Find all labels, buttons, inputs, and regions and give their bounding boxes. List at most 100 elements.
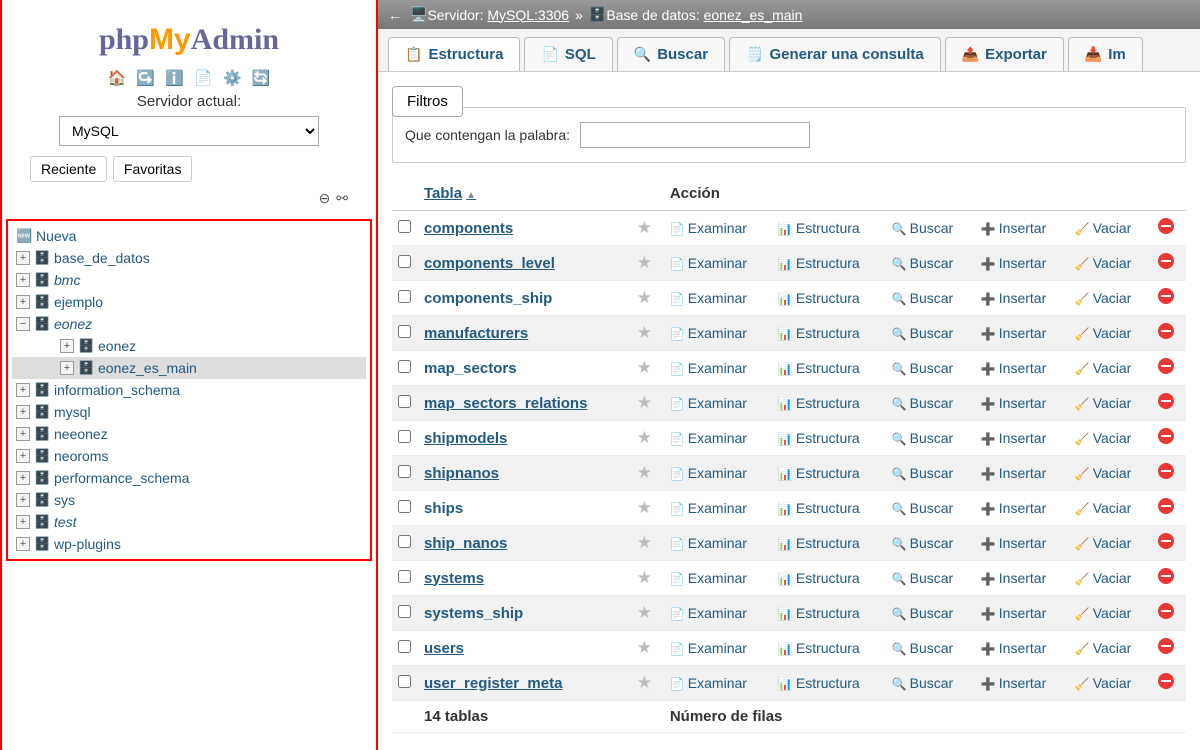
delete-icon[interactable] [1158,673,1174,689]
expand-icon[interactable]: + [16,515,30,529]
table-name-link[interactable]: shipnanos [424,465,499,482]
table-name-link[interactable]: ship_nanos [424,535,507,552]
delete-icon[interactable] [1158,463,1174,479]
tree-item[interactable]: +🗄️eonez [12,335,366,357]
table-name-link[interactable]: shipmodels [424,430,507,447]
db-link[interactable]: sys [54,492,75,508]
panel-toggle-icon[interactable]: ← [388,7,402,23]
collapse-all-icon[interactable]: ⊖ [319,190,331,206]
table-name-link[interactable]: systems [424,570,484,587]
favorite-star-icon[interactable]: ★ [637,603,652,622]
insert-link[interactable]: ➕Insertar [981,465,1046,481]
tab-import[interactable]: 📥Im [1068,37,1143,71]
table-name-link[interactable]: user_register_meta [424,675,562,692]
tab-sql[interactable]: 📄SQL [524,37,612,71]
db-link[interactable]: neeonez [54,426,108,442]
structure-link[interactable]: 📊Estructura [778,430,860,446]
search-link[interactable]: 🔍Buscar [892,640,954,656]
favorite-star-icon[interactable]: ★ [637,673,652,692]
browse-link[interactable]: 📄Examinar [670,220,747,236]
row-checkbox[interactable] [398,360,411,373]
expand-icon[interactable]: + [16,537,30,551]
expand-icon[interactable]: + [16,383,30,397]
empty-link[interactable]: 🧹Vaciar [1075,465,1132,481]
search-link[interactable]: 🔍Buscar [892,535,954,551]
favorite-star-icon[interactable]: ★ [637,288,652,307]
table-name-link[interactable]: components [424,220,513,237]
expand-icon[interactable]: + [60,339,74,353]
insert-link[interactable]: ➕Insertar [981,220,1046,236]
empty-link[interactable]: 🧹Vaciar [1075,675,1132,691]
structure-link[interactable]: 📊Estructura [778,255,860,271]
insert-link[interactable]: ➕Insertar [981,535,1046,551]
table-name-link[interactable]: manufacturers [424,325,528,342]
search-link[interactable]: 🔍Buscar [892,220,954,236]
favorite-star-icon[interactable]: ★ [637,358,652,377]
table-name-link[interactable]: users [424,640,464,657]
tree-item[interactable]: +🗄️ejemplo [12,291,366,313]
filter-input[interactable] [580,122,810,148]
empty-link[interactable]: 🧹Vaciar [1075,395,1132,411]
row-checkbox[interactable] [398,290,411,303]
empty-link[interactable]: 🧹Vaciar [1075,255,1132,271]
insert-link[interactable]: ➕Insertar [981,325,1046,341]
tree-item[interactable]: +🗄️eonez_es_main [12,357,366,379]
search-link[interactable]: 🔍Buscar [892,255,954,271]
delete-icon[interactable] [1158,498,1174,514]
structure-link[interactable]: 📊Estructura [778,325,860,341]
db-link[interactable]: mysql [54,404,91,420]
search-link[interactable]: 🔍Buscar [892,290,954,306]
breadcrumb-db[interactable]: eonez_es_main [704,7,803,23]
favorites-button[interactable]: Favoritas [113,156,193,182]
tree-item[interactable]: +🗄️wp-plugins [12,533,366,555]
delete-icon[interactable] [1158,393,1174,409]
structure-link[interactable]: 📊Estructura [778,640,860,656]
browse-link[interactable]: 📄Examinar [670,465,747,481]
row-checkbox[interactable] [398,220,411,233]
empty-link[interactable]: 🧹Vaciar [1075,360,1132,376]
expand-icon[interactable]: + [16,471,30,485]
browse-link[interactable]: 📄Examinar [670,290,747,306]
insert-link[interactable]: ➕Insertar [981,430,1046,446]
row-checkbox[interactable] [398,255,411,268]
insert-link[interactable]: ➕Insertar [981,640,1046,656]
empty-link[interactable]: 🧹Vaciar [1075,535,1132,551]
row-checkbox[interactable] [398,605,411,618]
table-name-link[interactable]: components_ship [424,290,552,307]
row-checkbox[interactable] [398,430,411,443]
expand-icon[interactable]: + [60,361,74,375]
structure-link[interactable]: 📊Estructura [778,535,860,551]
delete-icon[interactable] [1158,323,1174,339]
browse-link[interactable]: 📄Examinar [670,360,747,376]
row-checkbox[interactable] [398,640,411,653]
db-link[interactable]: bmc [54,272,80,288]
insert-link[interactable]: ➕Insertar [981,675,1046,691]
delete-icon[interactable] [1158,533,1174,549]
structure-link[interactable]: 📊Estructura [778,605,860,621]
empty-link[interactable]: 🧹Vaciar [1075,500,1132,516]
favorite-star-icon[interactable]: ★ [637,498,652,517]
row-checkbox[interactable] [398,395,411,408]
expand-icon[interactable]: + [16,295,30,309]
browse-link[interactable]: 📄Examinar [670,325,747,341]
tab-export[interactable]: 📤Exportar [945,37,1064,71]
empty-link[interactable]: 🧹Vaciar [1075,220,1132,236]
expand-icon[interactable]: − [16,317,30,331]
table-name-link[interactable]: map_sectors_relations [424,395,587,412]
insert-link[interactable]: ➕Insertar [981,500,1046,516]
tree-item[interactable]: +🗄️bmc [12,269,366,291]
table-name-link[interactable]: systems_ship [424,605,523,622]
structure-link[interactable]: 📊Estructura [778,570,860,586]
tab-search[interactable]: 🔍Buscar [617,37,725,71]
delete-icon[interactable] [1158,218,1174,234]
reload-icon[interactable]: 🔄 [252,70,271,87]
favorite-star-icon[interactable]: ★ [637,533,652,552]
empty-link[interactable]: 🧹Vaciar [1075,640,1132,656]
db-link[interactable]: eonez [98,338,136,354]
table-name-link[interactable]: map_sectors [424,360,517,377]
delete-icon[interactable] [1158,568,1174,584]
breadcrumb-server[interactable]: MySQL:3306 [487,7,569,23]
delete-icon[interactable] [1158,288,1174,304]
empty-link[interactable]: 🧹Vaciar [1075,325,1132,341]
table-name-link[interactable]: components_level [424,255,555,272]
